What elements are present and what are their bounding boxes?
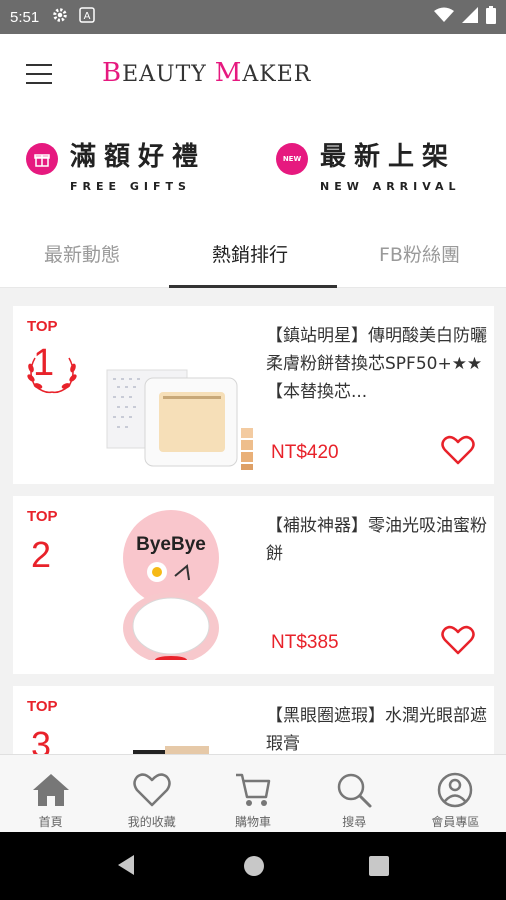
- product-name[interactable]: 【鎮站明星】傳明酸美白防曬柔膚粉餅替換芯SPF50+★★【本替換芯...: [266, 322, 488, 406]
- product-name[interactable]: 【黑眼圈遮瑕】水潤光眼部遮瑕膏: [266, 702, 488, 754]
- back-icon[interactable]: [116, 854, 136, 876]
- nav-cart[interactable]: 購物車: [202, 755, 303, 832]
- a-icon: A: [79, 7, 95, 27]
- cart-icon: [236, 773, 271, 806]
- rank-number: 2: [31, 534, 52, 575]
- recent-apps-button[interactable]: [369, 856, 389, 876]
- tab-bar: 最新動態 熱銷排行 FB粉絲團: [0, 210, 506, 288]
- menu-button[interactable]: [26, 64, 52, 84]
- nav-label: 我的收藏: [127, 815, 176, 829]
- favorite-heart-icon[interactable]: [441, 624, 475, 656]
- status-time: 5:51: [10, 8, 40, 26]
- rank-number: 3: [31, 724, 52, 754]
- free-gifts-promo[interactable]: 滿額好禮 FREE GIFTS: [26, 142, 206, 193]
- promo-subtitle: NEW ARRIVAL: [320, 180, 461, 193]
- nav-search[interactable]: 搜尋: [304, 755, 405, 832]
- brand-logo[interactable]: BEAUTY MAKER: [102, 58, 311, 88]
- promo-title: 滿額好禮: [70, 142, 207, 172]
- product-image[interactable]: [105, 320, 255, 470]
- top-label: TOP: [27, 318, 58, 335]
- heart-icon: [133, 773, 171, 807]
- home-icon: [32, 774, 69, 806]
- home-button[interactable]: [244, 856, 264, 876]
- user-icon: [438, 772, 473, 808]
- signal-icon: [462, 7, 478, 27]
- product-brand-text: ByeBye: [136, 534, 206, 555]
- svg-text:A: A: [84, 11, 91, 22]
- new-badge-icon: NEW: [276, 143, 308, 175]
- favorite-heart-icon[interactable]: [441, 434, 475, 466]
- rank-number: 1: [33, 342, 55, 384]
- tab-best-sellers[interactable]: 熱銷排行: [212, 240, 288, 267]
- wifi-icon: [434, 7, 454, 27]
- promo-subtitle: FREE GIFTS: [70, 180, 191, 193]
- product-image[interactable]: [105, 700, 255, 754]
- top-label: TOP: [27, 508, 58, 525]
- menu-icon: [26, 64, 52, 66]
- product-card[interactable]: TOP 2 ByeBye 【補妝神器】零油光吸油蜜粉餅 NT$385: [13, 496, 494, 674]
- tab-fb-fan-group[interactable]: FB粉絲團: [379, 240, 460, 267]
- promo-banner: 滿額好禮 FREE GIFTS NEW 最新上架 NEW ARRIVAL: [0, 114, 506, 210]
- status-bar: 5:51 A: [0, 0, 506, 34]
- product-price: NT$420: [271, 442, 339, 463]
- tab-latest-news[interactable]: 最新動態: [44, 240, 120, 267]
- system-nav-bar: [0, 832, 506, 900]
- nav-label: 首頁: [38, 815, 63, 829]
- promo-title: 最新上架: [320, 142, 457, 172]
- gear-icon: [51, 6, 69, 28]
- product-image[interactable]: ByeBye: [105, 510, 255, 660]
- nav-favorites[interactable]: 我的收藏: [101, 755, 202, 832]
- product-card[interactable]: TOP 3 【黑眼圈遮瑕】水潤光眼部遮瑕膏: [13, 686, 494, 754]
- nav-label: 搜尋: [342, 815, 367, 829]
- product-card[interactable]: TOP 1 【鎮站明星】傳明酸美白防曬柔膚粉餅替換芯SPF50+★★【本替換芯.…: [13, 306, 494, 484]
- app-bar: BEAUTY MAKER: [0, 34, 506, 114]
- product-list[interactable]: TOP 1 【鎮站明星】傳明酸美白防曬柔膚粉餅替換芯SPF50+★★【本替換芯.…: [0, 288, 506, 754]
- search-icon: [337, 773, 372, 808]
- product-name[interactable]: 【補妝神器】零油光吸油蜜粉餅: [266, 512, 488, 568]
- nav-label: 購物車: [235, 815, 272, 829]
- nav-home[interactable]: 首頁: [0, 755, 101, 832]
- product-price: NT$385: [271, 632, 339, 653]
- gift-icon: [26, 143, 58, 175]
- top-label: TOP: [27, 698, 58, 715]
- battery-icon: [486, 6, 496, 28]
- nav-label: 會員專區: [431, 815, 480, 829]
- new-arrival-promo[interactable]: NEW 最新上架 NEW ARRIVAL: [276, 142, 461, 193]
- nav-member[interactable]: 會員專區: [405, 755, 506, 832]
- bottom-nav: 首頁 我的收藏 購物車 搜尋 會員專區: [0, 754, 506, 832]
